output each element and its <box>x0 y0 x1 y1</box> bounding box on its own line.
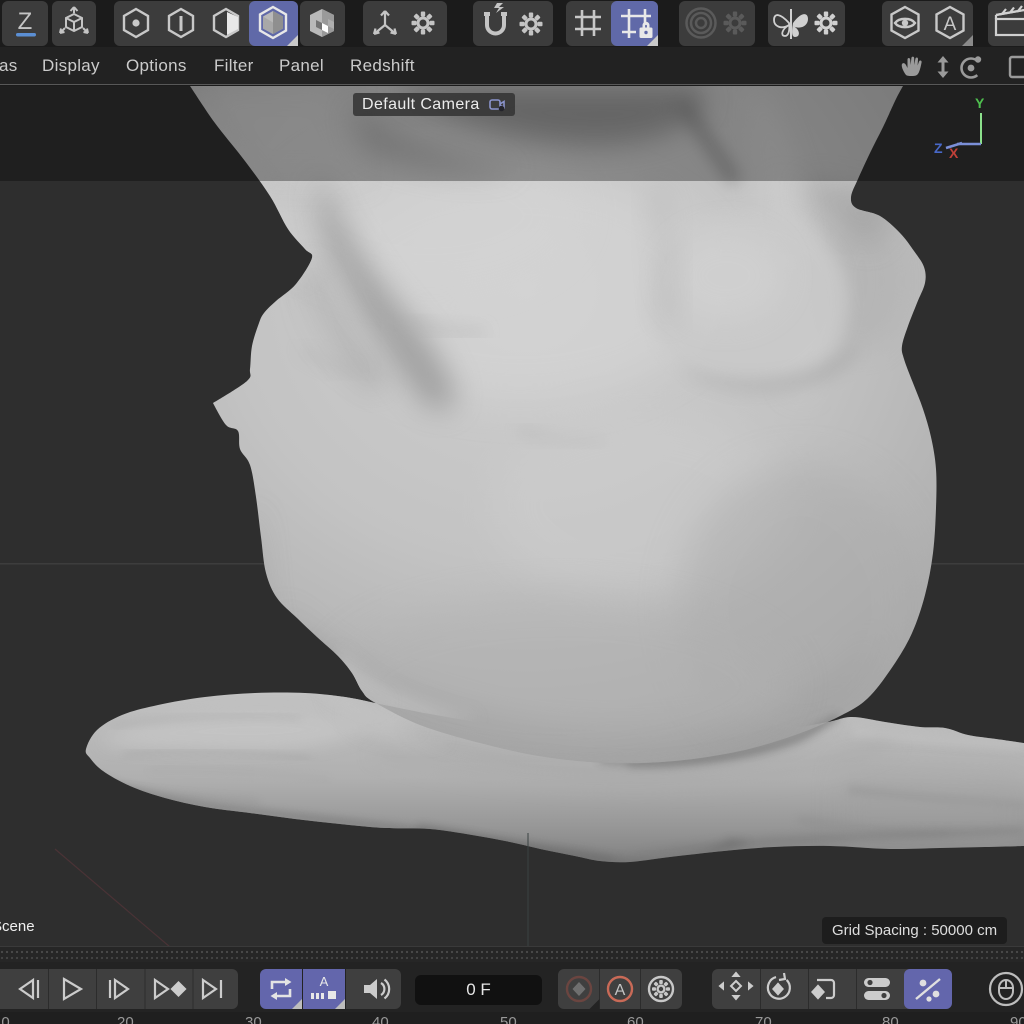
svg-text:Y: Y <box>975 95 985 111</box>
svg-text:Z: Z <box>18 8 33 35</box>
svg-text:A: A <box>944 14 957 35</box>
svg-text:X: X <box>949 145 959 161</box>
svg-text:A: A <box>320 974 329 989</box>
svg-text:A: A <box>615 982 626 999</box>
svg-text:Z: Z <box>934 140 943 156</box>
